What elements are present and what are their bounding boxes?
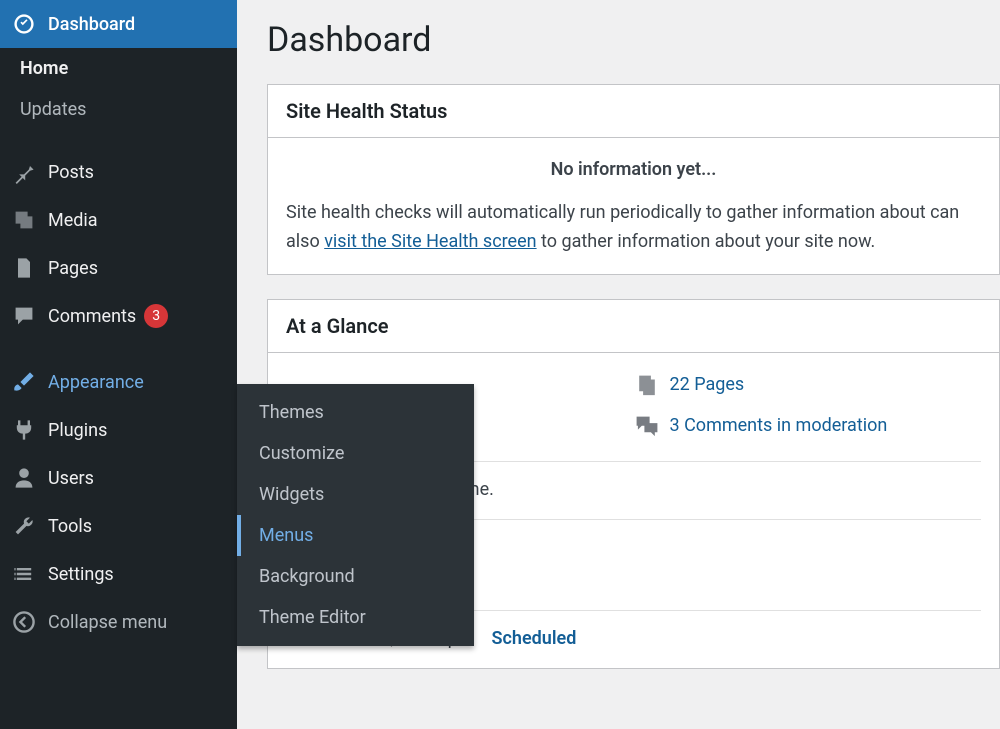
- wrench-icon: [12, 514, 36, 538]
- flyout-item-theme-editor[interactable]: Theme Editor: [237, 597, 474, 638]
- comment-icon: [12, 304, 36, 328]
- collapse-icon: [12, 610, 36, 634]
- sidebar-label: Posts: [48, 162, 94, 183]
- page-icon: [12, 256, 36, 280]
- sidebar-label: Plugins: [48, 420, 107, 441]
- site-health-panel: Site Health Status No information yet...…: [267, 84, 1000, 275]
- sidebar-label: Collapse menu: [48, 612, 167, 633]
- settings-icon: [12, 562, 36, 586]
- flyout-item-menus[interactable]: Menus: [237, 515, 474, 556]
- sidebar-label: Users: [48, 468, 94, 489]
- flyout-item-customize[interactable]: Customize: [237, 433, 474, 474]
- sidebar-label: Dashboard: [48, 14, 135, 35]
- site-health-link[interactable]: visit the Site Health screen: [324, 231, 536, 252]
- dashboard-icon: [12, 12, 36, 36]
- comments-badge: 3: [144, 304, 168, 328]
- sidebar-item-pages[interactable]: Pages: [0, 244, 237, 292]
- sidebar-item-posts[interactable]: Posts: [0, 148, 237, 196]
- flyout-item-widgets[interactable]: Widgets: [237, 474, 474, 515]
- pages-icon: [634, 373, 660, 399]
- sidebar-subitem-updates[interactable]: Updates: [0, 89, 237, 130]
- sidebar-item-comments[interactable]: Comments 3: [0, 292, 237, 340]
- sidebar-item-appearance[interactable]: Appearance: [0, 358, 237, 406]
- brush-icon: [12, 370, 36, 394]
- glance-comments-mod: 3 Comments in moderation: [634, 412, 982, 441]
- sidebar-label: Settings: [48, 564, 114, 585]
- sidebar-label: Appearance: [48, 372, 144, 393]
- sidebar-item-media[interactable]: Media: [0, 196, 237, 244]
- sidebar-label: Media: [48, 210, 98, 231]
- sidebar-item-collapse[interactable]: Collapse menu: [0, 598, 237, 646]
- site-health-title: Site Health Status: [268, 85, 999, 138]
- activity-status: Scheduled: [492, 625, 577, 654]
- page-title: Dashboard: [267, 20, 1000, 60]
- sidebar-label: Comments: [48, 306, 136, 327]
- glance-comments-link[interactable]: 3 Comments in moderation: [670, 412, 888, 441]
- media-icon: [12, 208, 36, 232]
- sidebar-label: Pages: [48, 258, 98, 279]
- sidebar-item-dashboard[interactable]: Dashboard: [0, 0, 237, 48]
- sidebar-item-settings[interactable]: Settings: [0, 550, 237, 598]
- pin-icon: [12, 160, 36, 184]
- sidebar-item-plugins[interactable]: Plugins: [0, 406, 237, 454]
- sidebar-item-users[interactable]: Users: [0, 454, 237, 502]
- sidebar-label: Tools: [48, 516, 92, 537]
- glance-pages-link[interactable]: 22 Pages: [670, 371, 745, 400]
- comments-icon: [634, 414, 660, 440]
- site-health-headline: No information yet...: [286, 156, 981, 185]
- appearance-flyout: Themes Customize Widgets Menus Backgroun…: [237, 384, 474, 646]
- glance-title: At a Glance: [268, 300, 999, 353]
- user-icon: [12, 466, 36, 490]
- plug-icon: [12, 418, 36, 442]
- flyout-item-themes[interactable]: Themes: [237, 392, 474, 433]
- admin-sidebar: Dashboard Home Updates Posts Media Pages…: [0, 0, 237, 729]
- sidebar-subitem-home[interactable]: Home: [0, 48, 237, 89]
- site-health-text: Site health checks will automatically ru…: [286, 199, 981, 257]
- glance-pages: 22 Pages: [634, 371, 982, 400]
- flyout-item-background[interactable]: Background: [237, 556, 474, 597]
- sidebar-item-tools[interactable]: Tools: [0, 502, 237, 550]
